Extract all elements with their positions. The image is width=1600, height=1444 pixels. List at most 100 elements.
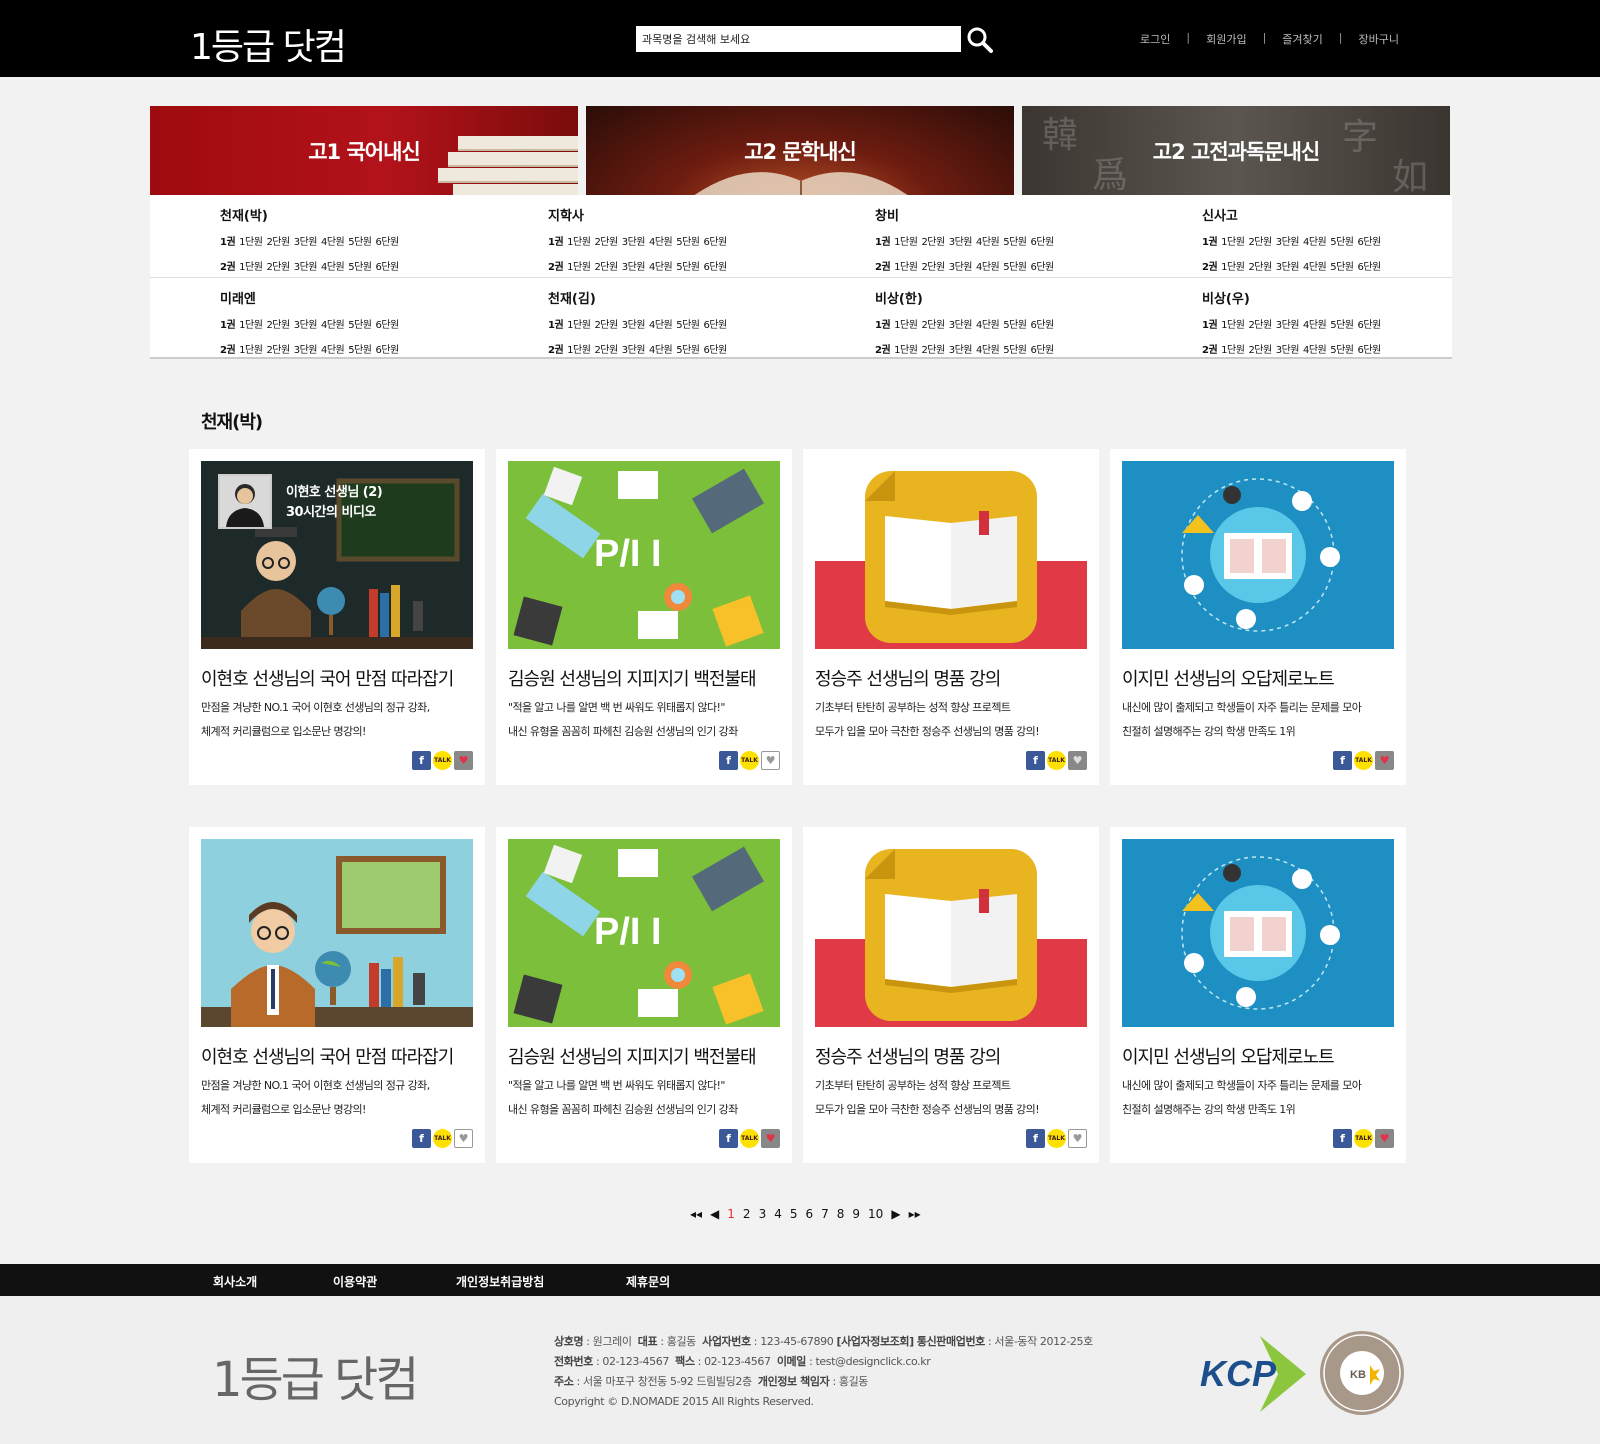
business-info-link[interactable]: [사업자정보조회] <box>836 1335 914 1348</box>
unit-link[interactable]: 3단원 <box>949 237 973 248</box>
unit-link[interactable]: 5단원 <box>676 237 700 248</box>
unit-link[interactable]: 2단원 <box>594 345 618 356</box>
unit-link[interactable]: 3단원 <box>949 320 973 331</box>
unit-link[interactable]: 4단원 <box>1303 262 1327 273</box>
page-number[interactable]: 1 <box>727 1207 735 1221</box>
unit-link[interactable]: 2단원 <box>921 345 945 356</box>
course-card[interactable]: 이현호 선생님 (2) 30시간의 비디오 이현호 선생님의 국어 만점 따라잡기 만… <box>189 449 485 785</box>
unit-link[interactable]: 5단원 <box>676 345 700 356</box>
unit-link[interactable]: 4단원 <box>976 262 1000 273</box>
heart-icon[interactable]: ♥ <box>1068 751 1087 770</box>
unit-link[interactable]: 4단원 <box>976 320 1000 331</box>
page-number[interactable]: 6 <box>805 1207 813 1221</box>
site-logo[interactable]: 1등급 닷컴 <box>190 18 347 70</box>
heart-icon[interactable]: ♥ <box>1375 1129 1394 1148</box>
unit-link[interactable]: 6단원 <box>1358 345 1382 356</box>
unit-link[interactable]: 4단원 <box>649 262 673 273</box>
unit-link[interactable]: 1단원 <box>567 237 591 248</box>
kakaotalk-icon[interactable]: TALK <box>740 1129 759 1148</box>
next-page-button[interactable]: ▶ <box>891 1207 900 1221</box>
course-card[interactable]: 이지민 선생님의 오답제로노트 내신에 많이 출제되고 학생들이 자주 틀리는 문… <box>1110 449 1406 785</box>
footer-link-company[interactable]: 회사소개 <box>213 1273 257 1290</box>
course-card[interactable]: P/I I 김승원 선생님의 지피지기 백전불태 "적을 알고 나를 알면 백 번 … <box>496 449 792 785</box>
page-number[interactable]: 4 <box>774 1207 782 1221</box>
unit-link[interactable]: 1단원 <box>894 237 918 248</box>
unit-link[interactable]: 4단원 <box>649 345 673 356</box>
unit-link[interactable]: 6단원 <box>1358 320 1382 331</box>
cart-link[interactable]: 장바구니 <box>1359 31 1399 47</box>
unit-link[interactable]: 4단원 <box>321 345 345 356</box>
kakaotalk-icon[interactable]: TALK <box>433 751 452 770</box>
textbook-name[interactable]: 신사고 <box>1202 205 1502 224</box>
unit-link[interactable]: 2단원 <box>921 262 945 273</box>
kakaotalk-icon[interactable]: TALK <box>1047 751 1066 770</box>
facebook-icon[interactable]: f <box>1026 751 1045 770</box>
unit-link[interactable]: 3단원 <box>949 345 973 356</box>
textbook-name[interactable]: 지학사 <box>548 205 848 224</box>
unit-link[interactable]: 2단원 <box>921 320 945 331</box>
unit-link[interactable]: 4단원 <box>649 237 673 248</box>
unit-link[interactable]: 1단원 <box>567 345 591 356</box>
unit-link[interactable]: 4단원 <box>1303 345 1327 356</box>
facebook-icon[interactable]: f <box>412 1129 431 1148</box>
course-thumbnail[interactable] <box>201 839 473 1027</box>
unit-link[interactable]: 5단원 <box>676 320 700 331</box>
search-input[interactable] <box>636 26 961 52</box>
unit-link[interactable]: 5단원 <box>348 262 372 273</box>
unit-link[interactable]: 5단원 <box>1003 262 1027 273</box>
unit-link[interactable]: 4단원 <box>321 320 345 331</box>
course-card[interactable]: 정승주 선생님의 명품 강의 기초부터 탄탄히 공부하는 성적 향상 프로젝트 모두… <box>803 449 1099 785</box>
unit-link[interactable]: 6단원 <box>704 237 728 248</box>
unit-link[interactable]: 4단원 <box>649 320 673 331</box>
page-number[interactable]: 2 <box>743 1207 751 1221</box>
heart-icon[interactable]: ♥ <box>454 1129 473 1148</box>
heart-icon[interactable]: ♥ <box>1375 751 1394 770</box>
course-title[interactable]: 이지민 선생님의 오답제로노트 <box>1122 1043 1335 1069</box>
course-thumbnail[interactable] <box>815 461 1087 649</box>
page-number[interactable]: 5 <box>790 1207 798 1221</box>
bookmark-link[interactable]: 즐겨찾기 <box>1282 31 1322 47</box>
unit-link[interactable]: 6단원 <box>376 262 400 273</box>
kcp-logo[interactable]: KCP <box>1198 1334 1308 1414</box>
unit-link[interactable]: 1단원 <box>239 237 263 248</box>
unit-link[interactable]: 6단원 <box>1358 262 1382 273</box>
unit-link[interactable]: 5단원 <box>1003 345 1027 356</box>
page-number[interactable]: 7 <box>821 1207 829 1221</box>
unit-link[interactable]: 3단원 <box>294 237 318 248</box>
unit-link[interactable]: 6단원 <box>1031 320 1055 331</box>
course-title[interactable]: 김승원 선생님의 지피지기 백전불태 <box>508 1043 757 1069</box>
course-title[interactable]: 이현호 선생님의 국어 만점 따라잡기 <box>201 1043 454 1069</box>
unit-link[interactable]: 6단원 <box>376 345 400 356</box>
page-number[interactable]: 10 <box>868 1207 883 1221</box>
unit-link[interactable]: 1단원 <box>1221 320 1245 331</box>
unit-link[interactable]: 5단원 <box>1003 237 1027 248</box>
unit-link[interactable]: 2단원 <box>594 262 618 273</box>
unit-link[interactable]: 4단원 <box>1303 237 1327 248</box>
unit-link[interactable]: 1단원 <box>239 262 263 273</box>
signup-link[interactable]: 회원가입 <box>1206 31 1246 47</box>
course-title[interactable]: 김승원 선생님의 지피지기 백전불태 <box>508 665 757 691</box>
footer-link-privacy[interactable]: 개인정보취급방침 <box>456 1273 544 1290</box>
unit-link[interactable]: 6단원 <box>704 345 728 356</box>
course-title[interactable]: 정승주 선생님의 명품 강의 <box>815 1043 1001 1069</box>
course-title[interactable]: 정승주 선생님의 명품 강의 <box>815 665 1001 691</box>
unit-link[interactable]: 5단원 <box>348 237 372 248</box>
unit-link[interactable]: 1단원 <box>239 320 263 331</box>
unit-link[interactable]: 6단원 <box>704 262 728 273</box>
facebook-icon[interactable]: f <box>1026 1129 1045 1148</box>
course-card[interactable]: 이지민 선생님의 오답제로노트 내신에 많이 출제되고 학생들이 자주 틀리는 문… <box>1110 827 1406 1163</box>
textbook-name[interactable]: 창비 <box>875 205 1175 224</box>
unit-link[interactable]: 5단원 <box>1003 320 1027 331</box>
unit-link[interactable]: 2단원 <box>266 320 290 331</box>
unit-link[interactable]: 3단원 <box>622 345 646 356</box>
unit-link[interactable]: 2단원 <box>266 262 290 273</box>
unit-link[interactable]: 3단원 <box>294 320 318 331</box>
unit-link[interactable]: 4단원 <box>976 237 1000 248</box>
kakaotalk-icon[interactable]: TALK <box>433 1129 452 1148</box>
heart-icon[interactable]: ♥ <box>761 1129 780 1148</box>
textbook-name[interactable]: 천재(김) <box>548 288 848 307</box>
unit-link[interactable]: 1단원 <box>239 345 263 356</box>
course-thumbnail[interactable] <box>1122 461 1394 649</box>
unit-link[interactable]: 4단원 <box>976 345 1000 356</box>
unit-link[interactable]: 3단원 <box>1276 262 1300 273</box>
